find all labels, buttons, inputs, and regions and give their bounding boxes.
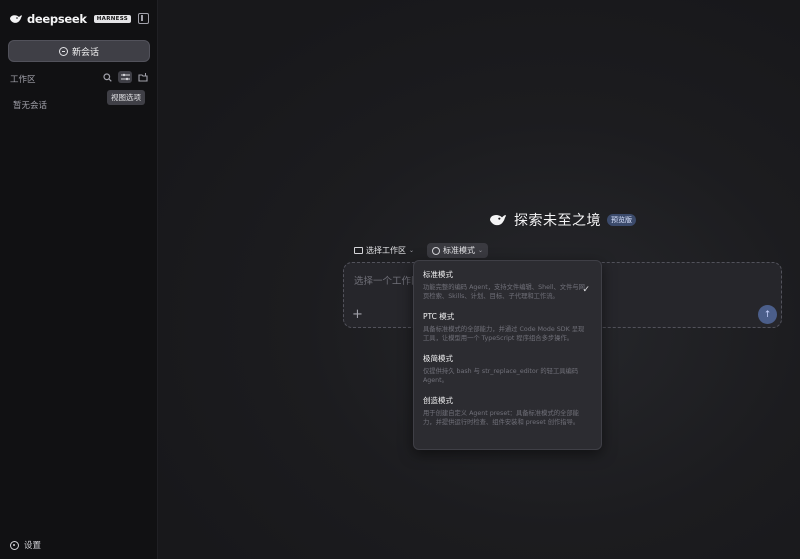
gear-icon [10,540,19,550]
mode-selector[interactable]: 标准模式 ⌄ [427,243,489,258]
mode-option-minimal[interactable]: 极简模式 仅提供持久 bash 与 str_replace_editor 的轻工… [423,353,592,385]
plus-icon[interactable]: + [352,307,363,322]
mode-option-title: 极简模式 [423,354,453,363]
view-options-icon[interactable] [118,71,132,83]
check-icon: ✓ [582,285,590,295]
workspace-label: 工作区 [10,75,36,85]
workspace-selector-label: 选择工作区 [366,246,406,255]
mode-option-desc: 仅提供持久 bash 与 str_replace_editor 的轻工具编码 A… [423,368,579,384]
mode-option-title: 标准模式 [423,270,453,279]
whale-icon [490,215,506,226]
brand: deepseek HARNESS [9,12,131,26]
mode-option-desc: 具备标准模式的全部能力，并通过 Code Mode SDK 呈现工具，让模型用一… [423,326,585,342]
chevron-down-icon: ⌄ [478,247,484,254]
view-options-tooltip: 视图选项 [107,90,145,105]
settings-label: 设置 [24,541,42,551]
sidebar: deepseek HARNESS 新会话 工作区 视图选项 暂无会话 设置 [0,0,158,559]
settings-button[interactable]: 设置 [10,539,41,551]
send-button[interactable]: ↑ [758,305,777,324]
brand-name: deepseek [27,12,87,26]
sidebar-toggle-icon[interactable] [138,13,149,24]
mode-dropdown: 标准模式 功能完整的编码 Agent，支持文件编辑、Shell、文件与网页检索、… [413,260,602,450]
mode-option-title: PTC 模式 [423,312,455,321]
mode-option-standard[interactable]: 标准模式 功能完整的编码 Agent，支持文件编辑、Shell、文件与网页检索、… [423,269,592,301]
new-chat-button[interactable]: 新会话 [8,40,150,62]
new-folder-icon[interactable] [137,71,149,83]
new-chat-label: 新会话 [71,47,99,58]
folder-icon [354,247,363,254]
arrow-up-icon: ↑ [763,309,772,320]
mode-icon [432,246,441,255]
whale-icon [10,15,22,23]
hero: 探索未至之境 预览版 [488,210,636,230]
selectors-row: 选择工作区 ⌄ 标准模式 ⌄ [349,243,489,258]
mode-option-desc: 用于创建自定义 Agent preset：具备标准模式的全部能力，并提供运行时检… [423,410,580,426]
chevron-down-icon: ⌄ [409,247,415,254]
hero-title: 探索未至之境 [514,213,601,229]
mode-option-ptc[interactable]: PTC 模式 具备标准模式的全部能力，并通过 Code Mode SDK 呈现工… [423,311,592,343]
empty-chats-text: 暂无会话 [13,101,48,111]
mode-option-title: 创造模式 [423,396,453,405]
new-chat-icon [58,46,68,56]
mode-option-create[interactable]: 创造模式 用于创建自定义 Agent preset：具备标准模式的全部能力，并提… [423,395,592,427]
mode-option-desc: 功能完整的编码 Agent，支持文件编辑、Shell、文件与网页检索、Skill… [423,284,585,300]
workspace-selector[interactable]: 选择工作区 ⌄ [349,243,419,258]
harness-badge: HARNESS [93,15,131,23]
search-icon[interactable] [101,71,113,83]
mode-selector-label: 标准模式 [443,246,476,255]
preview-badge: 预览版 [607,214,636,226]
input-placeholder: 选择一个工作区 [354,276,421,287]
